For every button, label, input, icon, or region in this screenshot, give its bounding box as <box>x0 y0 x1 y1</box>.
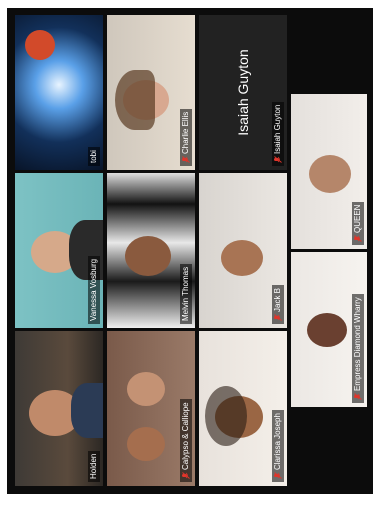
participant-tile-charlie[interactable]: Charlie Ellis <box>107 15 195 170</box>
person-face <box>309 155 351 193</box>
person-face <box>127 372 165 406</box>
participant-name-label: Charlie Ellis <box>180 108 192 166</box>
participant-name-label: tobi <box>88 147 100 166</box>
mic-off-icon <box>274 314 282 321</box>
video-off-name: Isaiah Guyton <box>235 49 251 136</box>
participant-tile-vanessa[interactable]: Vanessa Vosburg <box>15 173 103 328</box>
participant-tile-clarissa[interactable]: Clarissa Joseph <box>199 331 287 486</box>
person-face <box>125 236 171 276</box>
mic-off-icon <box>354 235 362 242</box>
participant-name-label: Calypso & Calliope <box>180 399 192 482</box>
mic-off-icon <box>354 393 362 400</box>
mic-off-icon <box>182 472 190 479</box>
participant-name-label: Melvin Thomas <box>180 263 192 324</box>
participant-tile-tobi[interactable]: tobi <box>15 15 103 170</box>
mic-off-icon <box>182 156 190 163</box>
participant-name-label: Jack B <box>272 284 284 324</box>
participant-name-label: Isaiah Guyton <box>272 101 284 166</box>
participant-tile-calypso-calliope[interactable]: Calypso & Calliope <box>107 331 195 486</box>
participant-name-label: Clarissa Joseph <box>272 410 284 482</box>
participant-name-label: Vanessa Vosburg <box>88 255 100 324</box>
participant-tile-melvin[interactable]: Melvin Thomas <box>107 173 195 328</box>
participant-name-label: Empress Diamond Wharry <box>352 294 364 403</box>
participant-tile-empress[interactable]: Empress Diamond Wharry <box>291 252 367 407</box>
person-shirt <box>71 383 103 438</box>
person-face <box>307 313 347 347</box>
participant-name-label: QUEEN <box>352 201 364 245</box>
participant-tile-queen[interactable]: QUEEN <box>291 94 367 249</box>
person-face <box>221 240 263 276</box>
person-face <box>127 427 165 461</box>
participant-tile-jack[interactable]: Jack B <box>199 173 287 328</box>
mask-graphic <box>25 30 55 60</box>
person-hair <box>115 70 155 130</box>
mic-off-icon <box>274 156 282 163</box>
participant-tile-holden[interactable]: Holden <box>15 331 103 486</box>
person-hair <box>205 386 247 446</box>
participant-tile-isaiah[interactable]: Isaiah Guyton Isaiah Guyton <box>199 15 287 170</box>
participant-name-label: Holden <box>88 450 100 482</box>
video-call-window: Holden Vanessa Vosburg tobi Calypso & Ca… <box>7 8 373 494</box>
gallery-view: Holden Vanessa Vosburg tobi Calypso & Ca… <box>7 8 373 494</box>
mic-off-icon <box>274 472 282 479</box>
